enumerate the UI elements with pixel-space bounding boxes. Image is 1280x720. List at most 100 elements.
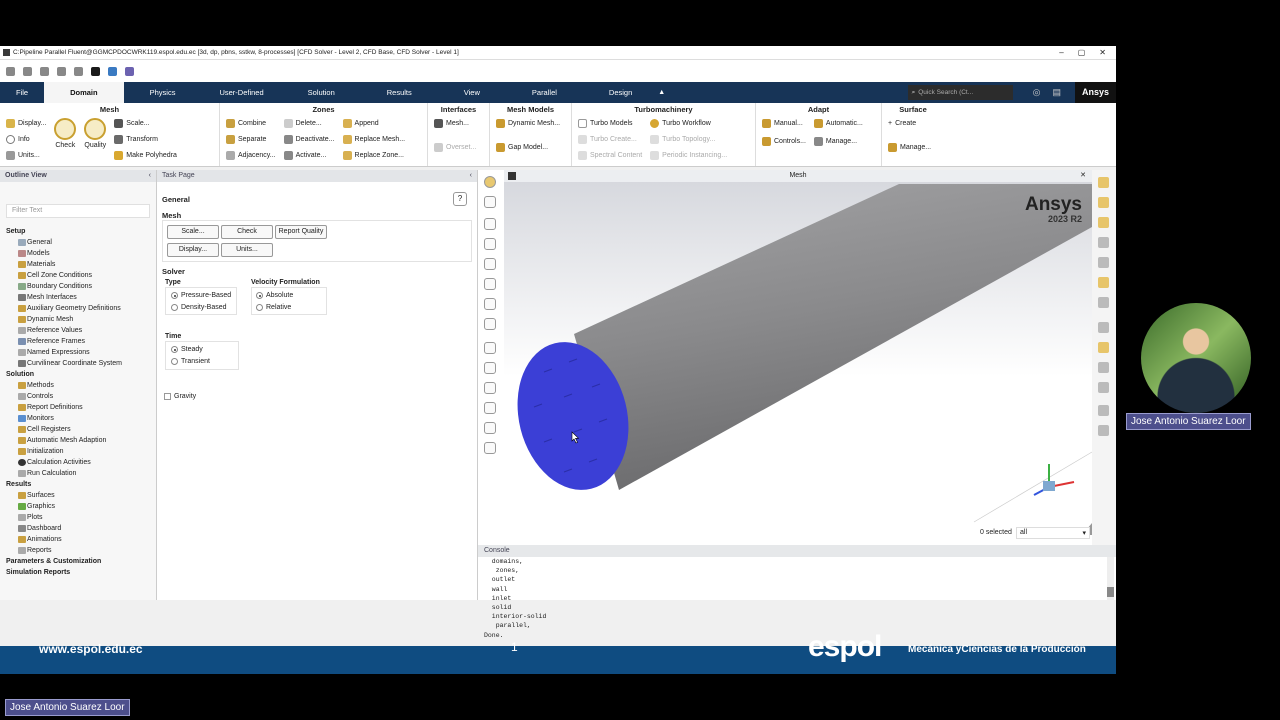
colormap-icon[interactable] — [1098, 177, 1109, 188]
flag-icon[interactable] — [484, 342, 496, 354]
transient-radio[interactable]: Transient — [171, 358, 210, 365]
surface-create-button[interactable]: + Create — [888, 118, 938, 128]
quick-search-input[interactable]: ⌕ Quick Search (Ct... — [907, 85, 1013, 100]
adapt-manual-button[interactable]: Manual... — [762, 118, 806, 128]
zoom-icon[interactable] — [484, 278, 496, 290]
tree-item-models[interactable]: Models — [0, 248, 156, 259]
tab-solution[interactable]: Solution — [282, 82, 361, 103]
tab-physics[interactable]: Physics — [124, 82, 202, 103]
tab-file[interactable]: File — [0, 82, 44, 103]
tree-item-general[interactable]: General — [0, 237, 156, 248]
separate-button[interactable]: Separate — [226, 134, 276, 144]
adjacency-button[interactable]: Adjacency... — [226, 150, 276, 160]
turbo-models-checkbox[interactable]: Turbo Models — [578, 118, 642, 128]
tree-item-automatic-mesh-adaption[interactable]: Automatic Mesh Adaption — [0, 435, 156, 446]
mesh-check-button[interactable]: Check — [54, 118, 77, 160]
zoom-fit-icon[interactable] — [484, 402, 496, 414]
record-icon[interactable] — [1098, 425, 1109, 436]
list-icon[interactable] — [1098, 382, 1109, 393]
filter-input[interactable]: Filter Text — [6, 204, 150, 218]
turbo-topology-button[interactable]: Turbo Topology... — [650, 134, 727, 144]
tab-results[interactable]: Results — [361, 82, 438, 103]
view-icon[interactable] — [1098, 237, 1109, 248]
scene-icon[interactable] — [1098, 277, 1109, 288]
tree-simulation-reports[interactable]: Simulation Reports — [0, 567, 156, 578]
tree-parameters[interactable]: Parameters & Customization — [0, 556, 156, 567]
tree-item-reports[interactable]: Reports — [0, 545, 156, 556]
steady-radio[interactable]: Steady — [171, 346, 203, 353]
tree-item-surfaces[interactable]: Surfaces — [0, 490, 156, 501]
delete-button[interactable]: Delete... — [283, 118, 335, 128]
gravity-checkbox[interactable]: Gravity — [164, 393, 196, 400]
activate-button[interactable]: Activate... — [283, 150, 335, 160]
append-button[interactable]: Append — [342, 118, 406, 128]
graphics-viewport[interactable]: Mesh ✕ Ansys 2023 R2 0 selected all ▾ — [504, 170, 1092, 545]
make-polyhedra-button[interactable]: Make Polyhedra — [114, 150, 177, 160]
dynamic-mesh-button[interactable]: Dynamic Mesh... — [496, 118, 565, 128]
console-panel[interactable]: Console domains, zones, outlet wall inle… — [478, 545, 1116, 639]
undo-view-icon[interactable] — [1098, 297, 1109, 308]
page-icon[interactable] — [1098, 405, 1109, 416]
lock-icon[interactable] — [484, 442, 496, 454]
console-scrollbar[interactable] — [1107, 557, 1114, 600]
tree-item-reference-frames[interactable]: Reference Frames — [0, 336, 156, 347]
mesh-info-button[interactable]: Info — [6, 134, 46, 144]
combine-button[interactable]: Combine — [226, 118, 276, 128]
display-settings-icon[interactable] — [484, 176, 496, 188]
gap-model-button[interactable]: Gap Model... — [496, 142, 565, 152]
pan-icon[interactable] — [484, 258, 496, 270]
tree-item-boundary[interactable]: Boundary Conditions — [0, 281, 156, 292]
tree-solution[interactable]: Solution — [0, 369, 156, 380]
display-button[interactable]: Display... — [167, 243, 219, 257]
scroll-thumb[interactable] — [1107, 587, 1114, 597]
redo-icon[interactable] — [74, 66, 83, 76]
density-based-radio[interactable]: Density-Based — [171, 304, 227, 311]
tab-view[interactable]: View — [438, 82, 506, 103]
collapse-icon[interactable]: ‹ — [470, 172, 472, 180]
tree-item-dashboard[interactable]: Dashboard — [0, 523, 156, 534]
mesh-transform-button[interactable]: Transform — [114, 134, 177, 144]
deactivate-button[interactable]: Deactivate... — [283, 134, 335, 144]
tree-item-curvilinear[interactable]: Curvilinear Coordinate System — [0, 358, 156, 369]
camera-icon[interactable] — [1098, 257, 1109, 268]
tree-item-monitors[interactable]: Monitors — [0, 413, 156, 424]
tree-item-animations[interactable]: Animations — [0, 534, 156, 545]
replace-zone-button[interactable]: Replace Zone... — [342, 150, 406, 160]
tree-item-report-definitions[interactable]: Report Definitions — [0, 402, 156, 413]
overset-button[interactable]: Overset... — [434, 142, 483, 152]
open-icon[interactable] — [6, 66, 15, 76]
tree-item-initialization[interactable]: Initialization — [0, 446, 156, 457]
tree-item-calculation-activities[interactable]: Calculation Activities — [0, 457, 156, 468]
units-button[interactable]: Units... — [221, 243, 273, 257]
tree-results[interactable]: Results — [0, 479, 156, 490]
help-button[interactable]: ? — [453, 192, 467, 206]
tree-item-reference-values[interactable]: Reference Values — [0, 325, 156, 336]
replace-mesh-button[interactable]: Replace Mesh... — [342, 134, 405, 144]
check-button[interactable]: Check — [221, 225, 273, 239]
zoom-in-icon[interactable] — [484, 362, 496, 374]
mesh-display-button[interactable]: Display... — [6, 118, 46, 128]
zoom-box-icon[interactable] — [484, 298, 496, 310]
close-button[interactable]: ✕ — [1099, 48, 1106, 57]
layout-icon[interactable] — [484, 196, 496, 208]
pressure-based-radio[interactable]: Pressure-Based — [171, 292, 231, 299]
periodic-instancing-button[interactable]: Periodic Instancing... — [650, 150, 727, 160]
tree-item-cell-registers[interactable]: Cell Registers — [0, 424, 156, 435]
scale-button[interactable]: Scale... — [167, 225, 219, 239]
tree-item-dynamic-mesh[interactable]: Dynamic Mesh — [0, 314, 156, 325]
materials-icon[interactable] — [1098, 217, 1109, 228]
surface-manage-button[interactable]: Manage... — [888, 142, 938, 152]
tab-design[interactable]: Design — [583, 82, 658, 103]
zoom-out-icon[interactable] — [484, 382, 496, 394]
report-icon[interactable] — [1098, 362, 1109, 373]
spectral-content-button[interactable]: Spectral Content — [578, 150, 642, 160]
settings-icon[interactable] — [23, 66, 32, 76]
ruler-icon[interactable] — [1098, 342, 1109, 353]
adapt-controls-button[interactable]: Controls... — [762, 136, 806, 146]
mesh-scale-button[interactable]: Scale... — [114, 118, 177, 128]
help-icon[interactable]: ◎ — [1033, 87, 1041, 98]
selection-filter-dropdown[interactable]: all ▾ — [1016, 527, 1090, 539]
tree-item-materials[interactable]: Materials — [0, 259, 156, 270]
calendar-icon[interactable] — [125, 66, 134, 76]
maximize-button[interactable]: ▢ — [1078, 48, 1086, 57]
